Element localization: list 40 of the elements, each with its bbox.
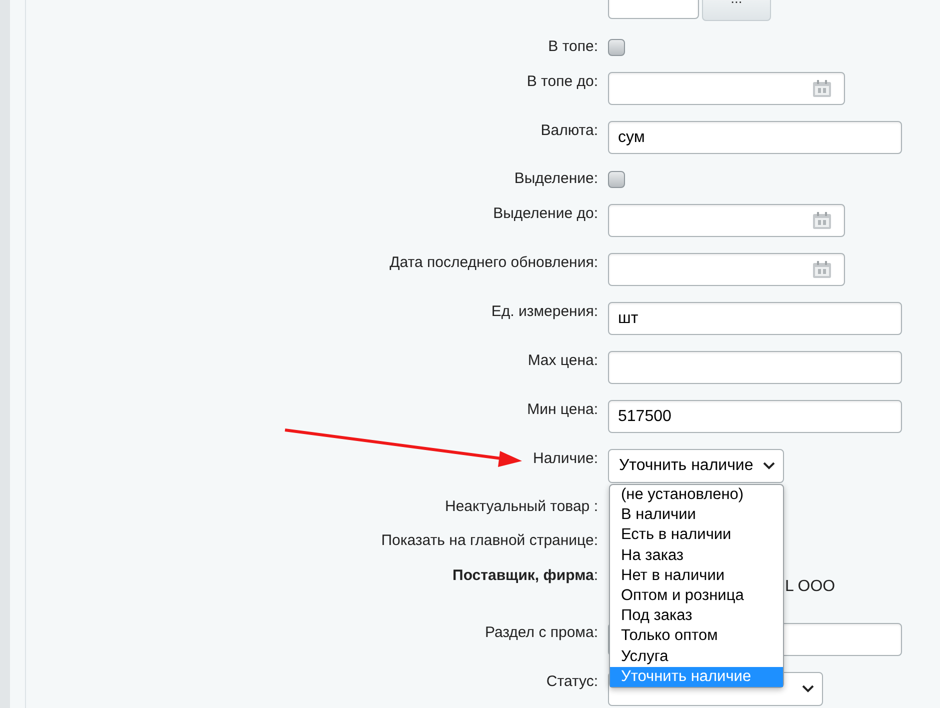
field-label: Наличие: (532, 450, 598, 467)
text-field[interactable]: сум (608, 121, 902, 154)
field-label: Валюта: (540, 122, 598, 139)
dropdown-option[interactable]: В наличии (610, 505, 783, 526)
caret-icon (802, 685, 814, 693)
field-label: Мин цена: (527, 401, 598, 418)
field-label: В топе до: (526, 73, 598, 90)
field-label: Раздел с прома: (484, 624, 598, 641)
dropdown-option[interactable]: Только оптом (610, 626, 783, 647)
dropdown-option[interactable]: Под заказ (610, 606, 783, 626)
date-field[interactable] (608, 253, 845, 286)
calendar-icon[interactable] (812, 260, 832, 278)
text-field[interactable]: 517500 (608, 400, 902, 433)
field-label: Статус: (546, 673, 598, 690)
field-label: Выделение до: (493, 205, 598, 222)
text-field[interactable] (608, 351, 902, 384)
dropdown-option[interactable]: Нет в наличии (610, 566, 783, 586)
dropdown-option[interactable]: (не установлено) (610, 485, 783, 506)
ellipsis-button[interactable]: ... (702, 0, 771, 21)
date-field[interactable] (608, 72, 845, 105)
text-field[interactable]: шт (608, 302, 902, 335)
field-label: Показать на главной странице: (381, 532, 598, 549)
checkbox[interactable] (608, 170, 625, 188)
field-label: В топе: (548, 38, 598, 55)
label-text: Поставщик, фирма: (452, 567, 598, 584)
field-label: Ед. измерения: (491, 303, 598, 320)
calendar-icon[interactable] (812, 212, 832, 230)
field-label: Неактуальный товар : (444, 498, 598, 515)
date-field[interactable] (608, 204, 845, 237)
field-label: Max цена: (528, 352, 598, 369)
calendar-icon[interactable] (812, 80, 832, 98)
dropdown-option[interactable]: Услуга (610, 646, 783, 667)
checkbox[interactable] (608, 38, 625, 56)
field-label: Дата последнего обновления: (390, 254, 598, 271)
dropdown-option[interactable]: Оптом и розница (610, 586, 783, 606)
caret-icon (763, 462, 775, 470)
dropdown-option[interactable]: На заказ (610, 546, 783, 566)
value-text: L OOO (785, 577, 836, 597)
dropdown-option[interactable]: Есть в наличии (610, 525, 783, 546)
field-label: Выделение: (514, 170, 598, 187)
